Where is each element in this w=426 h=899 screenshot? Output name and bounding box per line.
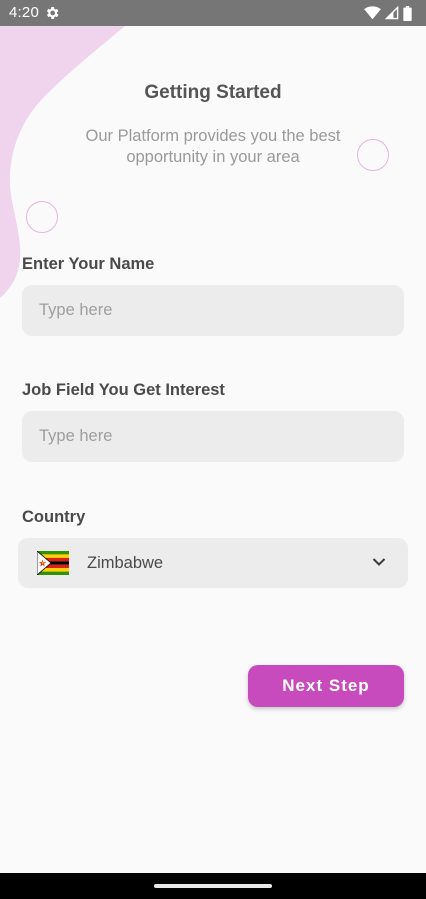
wifi-icon xyxy=(364,6,381,20)
decorative-circle xyxy=(26,201,58,233)
navigation-bar xyxy=(0,873,426,899)
signal-icon xyxy=(385,6,399,20)
status-bar: 4:20 xyxy=(0,0,426,26)
country-label: Country xyxy=(22,508,86,526)
country-value: Zimbabwe xyxy=(87,554,164,572)
page-title: Getting Started xyxy=(144,82,282,103)
name-label: Enter Your Name xyxy=(22,255,155,273)
settings-icon xyxy=(46,7,59,19)
status-icons xyxy=(364,5,412,21)
status-time: 4:20 xyxy=(9,4,39,21)
page-subtitle: Our Platform provides you the best oppor… xyxy=(85,127,341,166)
job-field-label: Job Field You Get Interest xyxy=(22,381,225,399)
home-indicator[interactable] xyxy=(154,884,272,888)
battery-icon xyxy=(403,5,412,21)
zimbabwe-flag-icon xyxy=(37,551,69,575)
next-step-button[interactable]: Next Step xyxy=(248,665,404,707)
name-input[interactable] xyxy=(22,285,404,336)
chevron-down-icon xyxy=(372,558,386,566)
country-select[interactable]: Zimbabwe xyxy=(18,538,408,588)
job-field-input[interactable] xyxy=(22,411,404,462)
